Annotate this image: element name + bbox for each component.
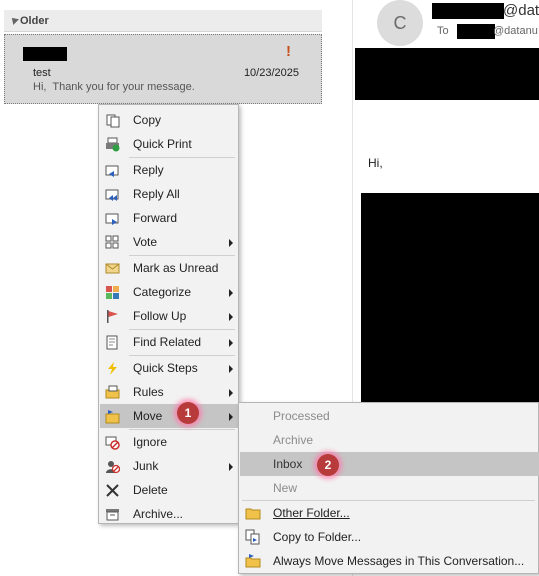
step-badge-2: 2 bbox=[317, 454, 339, 476]
menu-item-label: Delete bbox=[133, 483, 168, 497]
menu-item-forward[interactable]: Forward bbox=[100, 206, 239, 230]
submenu-arrow-icon bbox=[229, 239, 233, 247]
step-badge-1: 1 bbox=[177, 402, 199, 424]
submenu-item-new[interactable]: New bbox=[240, 476, 539, 500]
menu-item-label: Quick Print bbox=[133, 137, 192, 151]
submenu-item-label: Other Folder... bbox=[273, 506, 350, 520]
lightning-icon bbox=[105, 361, 120, 376]
submenu-item-archive[interactable]: Archive bbox=[240, 428, 539, 452]
to-address-fragment: @datanu bbox=[493, 25, 538, 37]
categorize-icon bbox=[105, 285, 120, 300]
reply-all-icon bbox=[105, 187, 120, 202]
archive-icon bbox=[105, 507, 120, 522]
menu-item-label: Archive... bbox=[133, 507, 184, 521]
submenu-item-label: New bbox=[273, 481, 298, 495]
envelope-icon bbox=[105, 261, 120, 276]
menu-item-label: Find Related bbox=[133, 335, 202, 349]
submenu-item-label: Processed bbox=[273, 409, 330, 423]
menu-item-ignore[interactable]: Ignore bbox=[100, 430, 239, 454]
menu-item-categorize[interactable]: Categorize bbox=[100, 280, 239, 304]
sender-avatar[interactable]: C bbox=[377, 0, 423, 46]
mail-date: 10/23/2025 bbox=[243, 67, 299, 79]
body-redaction-bottom bbox=[361, 193, 539, 403]
submenu-item-copy-to-folder[interactable]: Copy to Folder... bbox=[240, 525, 539, 549]
submenu-item-inbox[interactable]: Inbox bbox=[240, 452, 539, 476]
menu-item-find-related[interactable]: Find Related bbox=[100, 330, 239, 354]
menu-item-label: Forward bbox=[133, 211, 178, 225]
quick-print-icon bbox=[105, 137, 120, 152]
group-header-label: Older bbox=[20, 14, 49, 27]
submenu-arrow-icon bbox=[229, 313, 233, 321]
move-folder-icon bbox=[105, 409, 120, 424]
copy-to-folder-icon bbox=[245, 529, 261, 545]
menu-item-rules[interactable]: Rules bbox=[100, 380, 239, 404]
menu-item-label: Copy bbox=[133, 113, 162, 127]
collapse-triangle-icon[interactable] bbox=[9, 15, 19, 25]
junk-icon bbox=[105, 459, 120, 474]
menu-item-quick-print[interactable]: Quick Print bbox=[100, 132, 239, 156]
menu-item-copy[interactable]: Copy bbox=[100, 108, 239, 132]
submenu-arrow-icon bbox=[229, 365, 233, 373]
copy-icon bbox=[105, 113, 120, 128]
submenu-arrow-icon bbox=[229, 463, 233, 471]
reply-icon bbox=[105, 163, 120, 178]
high-importance-icon: ! bbox=[286, 43, 291, 60]
sender-redaction bbox=[23, 47, 67, 61]
menu-item-label: Junk bbox=[133, 459, 159, 473]
forward-icon bbox=[105, 211, 120, 226]
ignore-icon bbox=[105, 435, 120, 450]
submenu-item-label: Copy to Folder... bbox=[273, 530, 362, 544]
menu-item-follow-up[interactable]: Follow Up bbox=[100, 304, 239, 328]
flag-icon bbox=[105, 309, 120, 324]
submenu-arrow-icon bbox=[229, 339, 233, 347]
menu-item-delete[interactable]: Delete bbox=[100, 478, 239, 502]
submenu-item-always-move[interactable]: Always Move Messages in This Conversatio… bbox=[240, 549, 539, 573]
menu-item-mark-as-unread[interactable]: Mark as Unread bbox=[100, 256, 239, 280]
always-move-icon bbox=[245, 553, 261, 569]
menu-item-label: Ignore bbox=[133, 435, 168, 449]
menu-item-label: Move bbox=[133, 409, 163, 423]
menu-item-label: Follow Up bbox=[133, 309, 187, 323]
menu-item-move[interactable]: Move bbox=[100, 404, 239, 428]
submenu-arrow-icon bbox=[229, 289, 233, 297]
move-submenu: Processed Archive Inbox New Other Folder… bbox=[238, 402, 539, 574]
menu-item-quick-steps[interactable]: Quick Steps bbox=[100, 356, 239, 380]
menu-item-reply-all[interactable]: Reply All bbox=[100, 182, 239, 206]
from-redaction bbox=[432, 3, 504, 19]
menu-item-reply[interactable]: Reply bbox=[100, 158, 239, 182]
menu-item-label: Mark as Unread bbox=[133, 261, 219, 275]
submenu-arrow-icon bbox=[229, 413, 233, 421]
submenu-arrow-icon bbox=[229, 389, 233, 397]
mail-preview: Hi, Thank you for your message. bbox=[33, 81, 195, 93]
menu-item-archive[interactable]: Archive... bbox=[100, 502, 239, 526]
menu-item-label: Reply All bbox=[133, 187, 180, 201]
vote-icon bbox=[105, 235, 120, 250]
mail-subject: test bbox=[33, 67, 51, 79]
submenu-item-processed[interactable]: Processed bbox=[240, 404, 539, 428]
folder-icon bbox=[245, 505, 261, 521]
mail-list-item[interactable]: ! test 10/23/2025 Hi, Thank you for your… bbox=[4, 34, 322, 104]
from-address-fragment: @data bbox=[503, 2, 539, 19]
submenu-item-label: Always Move Messages in This Conversatio… bbox=[273, 554, 525, 568]
submenu-item-label: Archive bbox=[273, 433, 314, 447]
context-menu: Copy Quick Print Reply Reply All Forward… bbox=[98, 104, 239, 524]
message-greeting: Hi, bbox=[368, 156, 383, 170]
menu-item-label: Vote bbox=[133, 235, 158, 249]
body-redaction-top bbox=[355, 48, 539, 100]
to-redaction bbox=[457, 24, 495, 39]
submenu-item-label: Inbox bbox=[273, 457, 303, 471]
menu-item-label: Rules bbox=[133, 385, 164, 399]
menu-item-label: Reply bbox=[133, 163, 164, 177]
menu-item-label: Categorize bbox=[133, 285, 192, 299]
rules-icon bbox=[105, 385, 120, 400]
find-related-icon bbox=[105, 335, 120, 350]
group-header-older[interactable]: Older bbox=[4, 10, 322, 32]
menu-item-junk[interactable]: Junk bbox=[100, 454, 239, 478]
submenu-item-other-folder[interactable]: Other Folder... bbox=[240, 501, 539, 525]
to-label: To bbox=[437, 25, 449, 37]
menu-item-vote[interactable]: Vote bbox=[100, 230, 239, 254]
menu-item-label: Quick Steps bbox=[133, 361, 198, 375]
delete-icon bbox=[105, 483, 120, 498]
